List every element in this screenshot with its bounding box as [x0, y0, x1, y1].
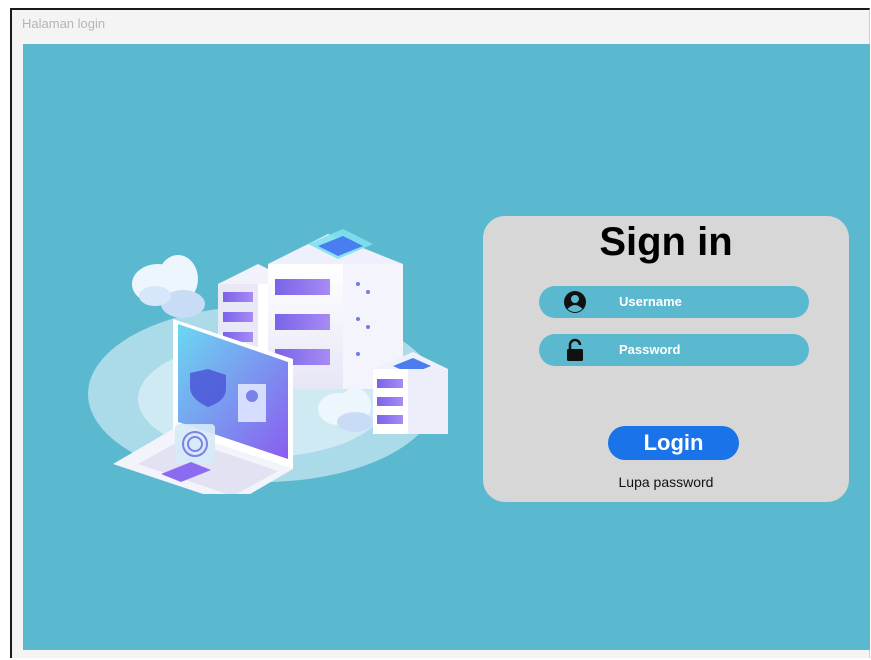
password-label: Password [619, 342, 681, 357]
password-field[interactable]: Password [539, 334, 809, 366]
forgot-password-link[interactable]: Lupa password [483, 474, 849, 490]
user-icon [564, 291, 586, 313]
sign-in-card: Sign in Username Password Login Lupa pas… [483, 216, 849, 502]
lock-icon [567, 338, 583, 361]
window-title: Halaman login [22, 16, 106, 31]
login-page: Sign in Username Password Login Lupa pas… [23, 44, 870, 650]
username-field[interactable]: Username [539, 286, 809, 318]
login-button[interactable]: Login [608, 426, 739, 460]
window-frame: Halaman login Sign in Username Password … [10, 8, 870, 658]
server-security-illustration [88, 229, 448, 494]
cloud-icon [132, 255, 205, 318]
sign-in-title: Sign in [599, 220, 733, 264]
username-label: Username [619, 294, 682, 309]
